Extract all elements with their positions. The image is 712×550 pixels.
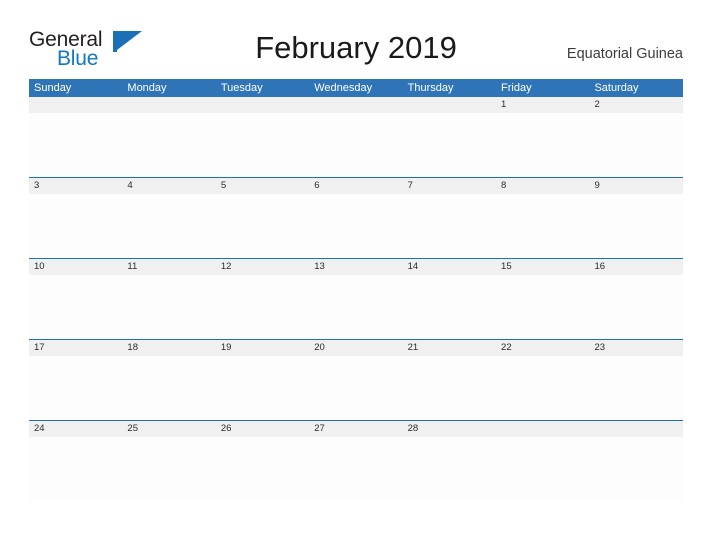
date-number[interactable]: 2 xyxy=(589,97,682,113)
date-number[interactable] xyxy=(309,97,402,113)
date-number[interactable] xyxy=(216,97,309,113)
weekday-header-row: Sunday Monday Tuesday Wednesday Thursday… xyxy=(29,79,683,97)
date-number[interactable]: 11 xyxy=(122,259,215,275)
date-number[interactable]: 20 xyxy=(309,340,402,356)
week-body-band xyxy=(29,356,683,420)
calendar-grid: Sunday Monday Tuesday Wednesday Thursday… xyxy=(29,79,683,501)
date-number[interactable]: 7 xyxy=(403,178,496,194)
day-cell[interactable] xyxy=(496,356,590,420)
weekday-header-sunday: Sunday xyxy=(34,82,72,94)
week-date-band: 24 25 26 27 28 xyxy=(29,421,683,437)
day-cell[interactable] xyxy=(589,275,683,339)
date-number[interactable]: 25 xyxy=(122,421,215,437)
date-number[interactable]: 22 xyxy=(496,340,589,356)
week-body-band xyxy=(29,437,683,501)
week-row: 1 2 xyxy=(29,97,683,177)
day-cell[interactable] xyxy=(589,194,683,258)
date-number[interactable]: 8 xyxy=(496,178,589,194)
date-number[interactable]: 13 xyxy=(309,259,402,275)
weekday-header-tuesday: Tuesday xyxy=(220,82,263,94)
day-cell[interactable] xyxy=(29,194,123,258)
day-cell[interactable] xyxy=(29,437,123,501)
date-number[interactable] xyxy=(403,97,496,113)
day-cell[interactable] xyxy=(215,194,310,258)
day-cell[interactable] xyxy=(29,113,123,177)
date-number[interactable]: 9 xyxy=(589,178,682,194)
week-body-band xyxy=(29,275,683,339)
date-number[interactable]: 6 xyxy=(309,178,402,194)
week-row: 17 18 19 20 21 22 23 xyxy=(29,339,683,420)
date-number[interactable]: 15 xyxy=(496,259,589,275)
date-number[interactable]: 21 xyxy=(403,340,496,356)
day-cell[interactable] xyxy=(309,113,403,177)
date-number[interactable] xyxy=(122,97,215,113)
week-date-band: 3 4 5 6 7 8 9 xyxy=(29,178,683,194)
day-cell[interactable] xyxy=(122,356,216,420)
day-cell[interactable] xyxy=(309,356,403,420)
page-header: General Blue February 2019 Equatorial Gu… xyxy=(0,0,712,78)
week-row: 10 11 12 13 14 15 16 xyxy=(29,258,683,339)
week-body-band xyxy=(29,194,683,258)
day-cell[interactable] xyxy=(589,113,683,177)
date-number[interactable]: 5 xyxy=(216,178,309,194)
day-cell[interactable] xyxy=(402,356,497,420)
week-date-band: 17 18 19 20 21 22 23 xyxy=(29,340,683,356)
date-number[interactable]: 16 xyxy=(589,259,682,275)
day-cell[interactable] xyxy=(122,437,216,501)
day-cell[interactable] xyxy=(309,194,403,258)
day-cell[interactable] xyxy=(496,275,590,339)
date-number[interactable]: 28 xyxy=(403,421,496,437)
date-number[interactable]: 27 xyxy=(309,421,402,437)
day-cell[interactable] xyxy=(29,275,123,339)
day-cell[interactable] xyxy=(309,275,403,339)
week-row: 24 25 26 27 28 xyxy=(29,420,683,501)
date-number[interactable]: 24 xyxy=(29,421,122,437)
day-cell[interactable] xyxy=(402,437,497,501)
day-cell[interactable] xyxy=(589,437,683,501)
day-cell[interactable] xyxy=(215,437,310,501)
day-cell[interactable] xyxy=(402,194,497,258)
date-number[interactable]: 26 xyxy=(216,421,309,437)
weekday-header-monday: Monday xyxy=(127,82,167,94)
day-cell[interactable] xyxy=(122,194,216,258)
date-number[interactable]: 17 xyxy=(29,340,122,356)
day-cell[interactable] xyxy=(496,194,590,258)
date-number[interactable] xyxy=(589,421,682,437)
date-number[interactable] xyxy=(29,97,122,113)
day-cell[interactable] xyxy=(309,437,403,501)
day-cell[interactable] xyxy=(402,113,497,177)
date-number[interactable]: 12 xyxy=(216,259,309,275)
day-cell[interactable] xyxy=(215,356,310,420)
day-cell[interactable] xyxy=(215,275,310,339)
day-cell[interactable] xyxy=(589,356,683,420)
date-number[interactable]: 4 xyxy=(122,178,215,194)
date-number[interactable]: 1 xyxy=(496,97,589,113)
day-cell[interactable] xyxy=(215,113,310,177)
week-date-band: 1 2 xyxy=(29,97,683,113)
day-cell[interactable] xyxy=(29,356,123,420)
week-date-band: 10 11 12 13 14 15 16 xyxy=(29,259,683,275)
date-number[interactable]: 3 xyxy=(29,178,122,194)
country-label: Equatorial Guinea xyxy=(566,46,683,62)
date-number[interactable]: 14 xyxy=(403,259,496,275)
week-row: 3 4 5 6 7 8 9 xyxy=(29,177,683,258)
day-cell[interactable] xyxy=(402,275,497,339)
date-number[interactable]: 23 xyxy=(589,340,682,356)
date-number[interactable]: 19 xyxy=(216,340,309,356)
date-number[interactable] xyxy=(496,421,589,437)
weekday-header-wednesday: Wednesday xyxy=(314,82,373,94)
day-cell[interactable] xyxy=(122,113,216,177)
day-cell[interactable] xyxy=(496,437,590,501)
date-number[interactable]: 10 xyxy=(29,259,122,275)
week-body-band xyxy=(29,113,683,177)
weekday-header-friday: Friday xyxy=(501,82,532,94)
day-cell[interactable] xyxy=(122,275,216,339)
date-number[interactable]: 18 xyxy=(122,340,215,356)
day-cell[interactable] xyxy=(496,113,590,177)
weekday-header-saturday: Saturday xyxy=(594,82,639,94)
weekday-header-thursday: Thursday xyxy=(407,82,454,94)
